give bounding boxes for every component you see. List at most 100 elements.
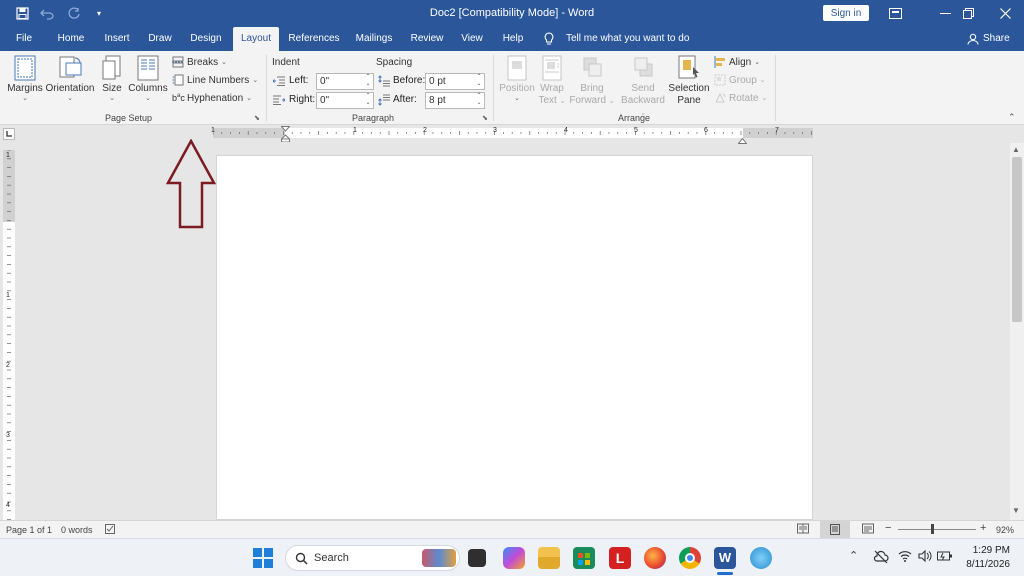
ruler-number: 5 bbox=[634, 127, 638, 134]
sign-in-button[interactable]: Sign in bbox=[823, 5, 869, 21]
send-backward-button[interactable]: Send Backward ⌄ bbox=[617, 55, 669, 120]
ribbon-display-icon[interactable] bbox=[875, 0, 915, 27]
restore-icon[interactable] bbox=[948, 0, 988, 27]
wrap-text-button[interactable]: Wrap Text ⌄ bbox=[537, 55, 567, 108]
breaks-button[interactable]: Breaks ⌄ bbox=[172, 54, 227, 70]
tab-design[interactable]: Design bbox=[183, 27, 229, 51]
selection-pane-label-2: Pane bbox=[677, 95, 701, 106]
horizontal-ruler[interactable]: 1 1 2 3 4 5 6 7 bbox=[211, 127, 813, 138]
copilot-icon[interactable] bbox=[503, 547, 525, 569]
tell-me-search[interactable]: Tell me what you want to do bbox=[566, 27, 689, 51]
spin-arrows-icon[interactable]: ⌃ ⌄ bbox=[475, 93, 483, 107]
group-button[interactable]: Group ⌄ bbox=[714, 72, 766, 88]
microsoft-store-icon[interactable] bbox=[573, 547, 595, 569]
columns-button[interactable]: Columns ⌄ bbox=[128, 55, 168, 103]
vertical-ruler[interactable]: 1 1 2 3 4 bbox=[3, 150, 15, 520]
chevron-down-icon: ⌄ bbox=[22, 95, 28, 102]
indent-right-field[interactable]: 0" ⌃ ⌄ bbox=[316, 92, 374, 109]
page-count[interactable]: Page 1 of 1 bbox=[6, 525, 52, 535]
rotate-button[interactable]: Rotate ⌄ bbox=[714, 90, 767, 106]
search-icon bbox=[295, 552, 308, 565]
align-button[interactable]: Align ⌄ bbox=[714, 54, 760, 70]
spacing-before-field[interactable]: 0 pt ⌃ ⌄ bbox=[425, 73, 485, 90]
zoom-in-icon[interactable]: + bbox=[980, 522, 986, 534]
zoom-slider[interactable] bbox=[898, 529, 976, 530]
document-page[interactable] bbox=[216, 155, 813, 520]
scroll-down-icon[interactable]: ▼ bbox=[1012, 506, 1020, 515]
bring-forward-button[interactable]: Bring Forward ⌄ bbox=[569, 55, 615, 108]
tab-selector-icon[interactable] bbox=[3, 128, 15, 140]
file-explorer-icon[interactable] bbox=[538, 547, 560, 569]
wifi-icon[interactable] bbox=[898, 550, 912, 565]
letter-l-app-icon[interactable]: L bbox=[609, 547, 631, 569]
spacing-before-value: 0 pt bbox=[429, 76, 446, 87]
zoom-level[interactable]: 92% bbox=[996, 525, 1014, 535]
zoom-out-icon[interactable]: − bbox=[885, 522, 891, 534]
globe-app-icon[interactable] bbox=[750, 547, 772, 569]
indent-left-field[interactable]: 0" ⌃ ⌄ bbox=[316, 73, 374, 90]
ruler-number: 6 bbox=[704, 127, 708, 134]
word-count[interactable]: 0 words bbox=[61, 525, 93, 535]
read-mode-icon[interactable] bbox=[797, 523, 809, 536]
spacing-after-field[interactable]: 8 pt ⌃ ⌄ bbox=[425, 92, 485, 109]
tab-references[interactable]: References bbox=[284, 27, 344, 51]
right-indent-marker[interactable] bbox=[737, 135, 748, 147]
windows-start-icon[interactable] bbox=[253, 548, 273, 571]
margins-button[interactable]: Margins ⌄ bbox=[6, 55, 44, 103]
tab-draw[interactable]: Draw bbox=[141, 27, 179, 51]
vertical-scrollbar[interactable]: ▲ ▼ bbox=[1010, 143, 1024, 521]
position-button[interactable]: Position ⌄ bbox=[499, 55, 535, 103]
spin-arrows-icon[interactable]: ⌃ ⌄ bbox=[364, 74, 372, 88]
firefox-icon[interactable] bbox=[644, 547, 666, 569]
zoom-slider-thumb[interactable] bbox=[931, 524, 934, 534]
page-setup-launcher-icon[interactable]: ⬊ bbox=[254, 114, 260, 122]
group-label: Group bbox=[729, 74, 757, 86]
spacing-heading: Spacing bbox=[376, 57, 413, 68]
tab-help[interactable]: Help bbox=[496, 27, 530, 51]
selection-pane-button[interactable]: Selection Pane bbox=[668, 55, 710, 107]
tab-insert[interactable]: Insert bbox=[97, 27, 137, 51]
taskbar: Search L W ⌃ 1:29 PM 8/11/2026 bbox=[0, 538, 1024, 576]
word-app-icon[interactable]: W bbox=[714, 547, 736, 569]
tab-review[interactable]: Review bbox=[405, 27, 449, 51]
selection-pane-icon bbox=[678, 55, 699, 79]
tab-layout[interactable]: Layout bbox=[233, 27, 279, 51]
tab-home[interactable]: Home bbox=[50, 27, 92, 51]
orientation-button[interactable]: Orientation ⌄ bbox=[44, 55, 96, 103]
battery-icon[interactable] bbox=[937, 550, 953, 565]
indent-left-icon bbox=[272, 76, 285, 89]
spacing-after-label: After: bbox=[393, 94, 417, 105]
proofing-icon[interactable] bbox=[105, 524, 116, 537]
ruler-number: 4 bbox=[6, 502, 10, 509]
collapse-ribbon-icon[interactable]: ⌃ bbox=[1008, 112, 1016, 123]
print-layout-icon[interactable] bbox=[820, 521, 850, 538]
first-line-indent-marker[interactable] bbox=[280, 126, 291, 145]
tab-view[interactable]: View bbox=[455, 27, 489, 51]
tab-mailings[interactable]: Mailings bbox=[349, 27, 399, 51]
paragraph-launcher-icon[interactable]: ⬊ bbox=[482, 114, 488, 122]
ruler-number: 2 bbox=[423, 127, 427, 134]
close-icon[interactable] bbox=[985, 0, 1024, 27]
spin-arrows-icon[interactable]: ⌃ ⌄ bbox=[475, 74, 483, 88]
line-numbers-button[interactable]: Line Numbers ⌄ bbox=[172, 72, 258, 88]
volume-icon[interactable] bbox=[918, 549, 932, 565]
indent-right-icon bbox=[273, 95, 286, 108]
chrome-icon[interactable] bbox=[679, 547, 701, 569]
spin-arrows-icon[interactable]: ⌃ ⌄ bbox=[364, 93, 372, 107]
line-numbers-icon bbox=[172, 74, 184, 86]
clock-time[interactable]: 1:29 PM bbox=[968, 545, 1010, 556]
scroll-up-icon[interactable]: ▲ bbox=[1012, 145, 1020, 154]
show-hidden-icons-icon[interactable]: ⌃ bbox=[849, 549, 858, 562]
cloud-offline-icon[interactable] bbox=[873, 550, 889, 567]
taskbar-search[interactable]: Search bbox=[285, 545, 460, 571]
bring-forward-icon bbox=[583, 57, 602, 77]
hyphenation-button[interactable]: bac Hyphenation ⌄ bbox=[172, 90, 252, 106]
web-layout-icon[interactable] bbox=[862, 523, 874, 536]
tab-file[interactable]: File bbox=[8, 27, 40, 51]
size-button[interactable]: Size ⌄ bbox=[100, 55, 124, 103]
scrollbar-thumb[interactable] bbox=[1012, 157, 1022, 322]
ribbon-layout: Margins ⌄ Orientation ⌄ Size ⌄ Columns ⌄… bbox=[0, 51, 1024, 125]
task-view-icon[interactable] bbox=[468, 549, 486, 567]
clock-date[interactable]: 8/11/2026 bbox=[962, 559, 1010, 570]
share-button[interactable]: Share bbox=[983, 27, 1010, 51]
